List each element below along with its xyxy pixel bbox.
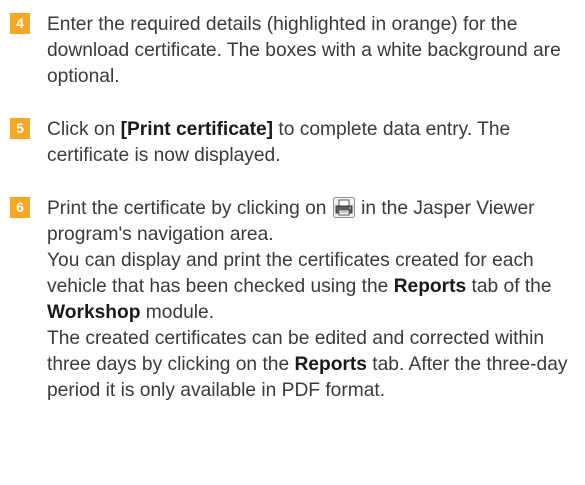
- step-text: Print the certificate by clicking on in …: [47, 196, 580, 404]
- printer-icon: [332, 197, 355, 218]
- step-text: Enter the required details (highlighted …: [47, 14, 561, 87]
- reports-tab-reference: Reports: [393, 276, 467, 297]
- step-6: 6 Print the certificate by clicking on i…: [10, 196, 580, 404]
- reports-tab-reference: Reports: [294, 354, 367, 375]
- step-number-badge: 4: [10, 13, 30, 34]
- print-certificate-button-reference: [Print certificate]: [120, 119, 274, 140]
- workshop-module-reference: Workshop: [47, 302, 141, 323]
- text-segment: Print the certificate by clicking on: [47, 198, 332, 219]
- text-segment: tab of the: [466, 276, 552, 297]
- text-segment: module.: [140, 302, 215, 323]
- step-4: 4 Enter the required details (highlighte…: [10, 12, 580, 90]
- instruction-steps: 4 Enter the required details (highlighte…: [10, 12, 580, 431]
- step-number-badge: 5: [10, 118, 30, 139]
- text-segment: Click on: [47, 119, 121, 140]
- step-text: Click on [Print certificate] to complete…: [47, 117, 580, 169]
- step-5: 5 Click on [Print certificate] to comple…: [10, 117, 580, 169]
- step-number-badge: 6: [10, 197, 30, 218]
